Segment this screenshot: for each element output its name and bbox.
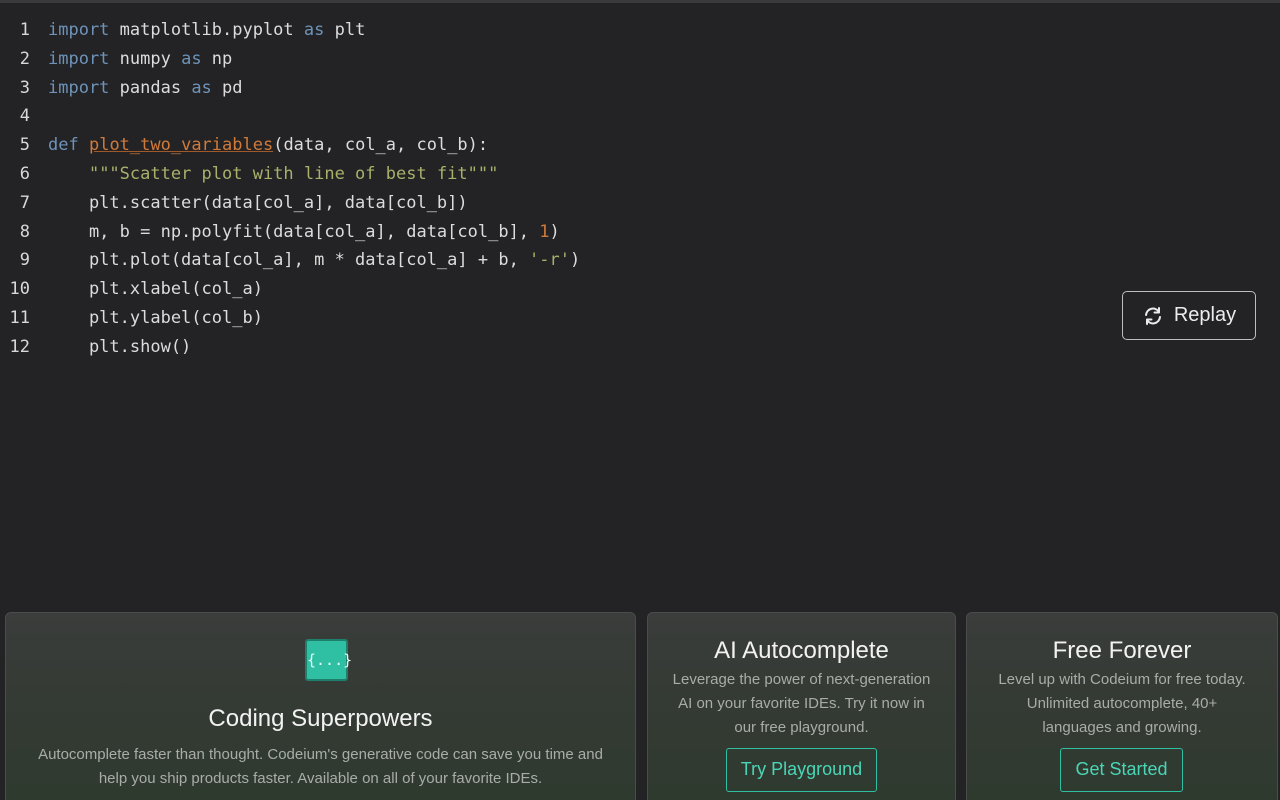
line-number: 7 bbox=[19, 192, 30, 213]
code-line[interactable]: 10 plt.xlabel(col_a) bbox=[0, 275, 1100, 304]
code-token: plt.plot(data[col_a], m * data[col_a] + … bbox=[48, 250, 530, 271]
card-title: Coding Superpowers bbox=[208, 705, 433, 732]
line-number: 5 bbox=[19, 135, 30, 156]
code-text: plt.xlabel(col_a) bbox=[48, 275, 263, 304]
replay-button[interactable]: Replay bbox=[1122, 291, 1256, 340]
code-token: ) bbox=[549, 221, 560, 242]
code-token: plt.xlabel(col_a) bbox=[48, 279, 263, 300]
line-number: 6 bbox=[19, 163, 30, 184]
code-line[interactable]: 1 import matplotlib.pyplot as plt bbox=[0, 16, 1100, 45]
code-token: import bbox=[48, 20, 110, 40]
code-token: plt.scatter(data[col_a], data[col_b]) bbox=[48, 192, 468, 213]
card-desc-line: languages and growing. bbox=[1042, 719, 1202, 736]
code-line[interactable]: 4 bbox=[0, 102, 1100, 131]
code-token: as bbox=[191, 77, 212, 98]
code-token: as bbox=[303, 20, 325, 40]
code-text: plt.show() bbox=[48, 333, 191, 362]
code-text: plt.ylabel(col_b) bbox=[48, 304, 263, 333]
card-desc-line: Autocomplete faster than thought. Codeiu… bbox=[38, 746, 603, 763]
code-text: import matplotlib.pyplot as plt bbox=[48, 16, 365, 45]
code-token: '-r' bbox=[529, 250, 570, 271]
code-token: """Scatter plot with line of best fit""" bbox=[88, 163, 499, 184]
code-editor[interactable]: 1 import matplotlib.pyplot as plt 2 import … bbox=[0, 16, 1100, 362]
line-number: 8 bbox=[19, 221, 30, 242]
code-token: as bbox=[181, 48, 202, 69]
code-token: pd bbox=[211, 77, 243, 98]
code-token: plt.ylabel(col_b) bbox=[48, 307, 263, 328]
code-token: plot_two_variables bbox=[88, 135, 274, 156]
code-text: import pandas as pd bbox=[48, 74, 243, 103]
line-number: 9 bbox=[19, 250, 30, 271]
code-line[interactable]: 8 m, b = np.polyfit(data[col_a], data[co… bbox=[0, 218, 1100, 247]
code-token: matplotlib.pyplot bbox=[109, 20, 304, 40]
card-coding-superpowers: {...} Coding Superpowers Autocomplete fa… bbox=[5, 612, 636, 800]
card-title: AI Autocomplete bbox=[714, 637, 889, 664]
line-number: 11 bbox=[9, 307, 30, 328]
code-line[interactable]: 11 plt.ylabel(col_b) bbox=[0, 304, 1100, 333]
line-number: 3 bbox=[19, 77, 30, 98]
get-started-button[interactable]: Get Started bbox=[1060, 748, 1183, 792]
line-number: 1 bbox=[19, 20, 30, 40]
code-text: def plot_two_variables(data, col_a, col_… bbox=[48, 131, 488, 160]
code-text: m, b = np.polyfit(data[col_a], data[col_… bbox=[48, 218, 560, 247]
code-line[interactable]: 5 def plot_two_variables(data, col_a, col… bbox=[0, 131, 1100, 160]
code-token: m, b = np.polyfit(data[col_a], data[col_… bbox=[48, 221, 540, 242]
card-description: Autocomplete faster than thought. Codeiu… bbox=[24, 743, 617, 791]
code-token: import bbox=[48, 48, 110, 69]
code-line[interactable]: 2 import numpy as np bbox=[0, 45, 1100, 74]
code-token: import bbox=[48, 77, 110, 98]
code-token: np bbox=[201, 48, 233, 69]
code-text: plt.plot(data[col_a], m * data[col_a] + … bbox=[48, 246, 580, 275]
top-border bbox=[0, 0, 1280, 3]
line-number: 2 bbox=[19, 48, 30, 69]
code-token: plt bbox=[324, 20, 366, 40]
code-token: (data, col_a, col_b): bbox=[273, 135, 489, 156]
refresh-icon bbox=[1142, 306, 1164, 326]
card-free-forever: Free Forever Level up with Codeium for f… bbox=[966, 612, 1278, 800]
line-number: 12 bbox=[9, 336, 30, 357]
code-text: """Scatter plot with line of best fit""" bbox=[48, 160, 498, 189]
replay-label: Replay bbox=[1173, 304, 1237, 326]
line-number: 4 bbox=[19, 106, 30, 127]
code-line[interactable]: 12 plt.show() bbox=[0, 333, 1100, 362]
code-token: ) bbox=[570, 250, 581, 271]
code-token: 1 bbox=[539, 221, 550, 242]
code-line[interactable]: 3 import pandas as pd bbox=[0, 74, 1100, 103]
code-token: pandas bbox=[109, 77, 192, 98]
code-line[interactable]: 9 plt.plot(data[col_a], m * data[col_a] … bbox=[0, 246, 1100, 275]
code-braces-icon: {...} bbox=[305, 639, 352, 681]
card-desc-line: help you ship products faster. Available… bbox=[98, 770, 543, 787]
code-token: numpy bbox=[109, 48, 182, 69]
card-ai-autocomplete: AI Autocomplete Leverage the power of ne… bbox=[647, 612, 956, 800]
card-desc-line: our free playground. bbox=[734, 719, 869, 736]
card-desc-line: Unlimited autocomplete, 40+ bbox=[1026, 695, 1218, 712]
card-description: Level up with Codeium for free today. Un… bbox=[985, 668, 1259, 740]
card-desc-line: Leverage the power of next-generation bbox=[672, 671, 931, 688]
code-line[interactable]: 6 """Scatter plot with line of best fit"… bbox=[0, 160, 1100, 189]
code-text: import numpy as np bbox=[48, 45, 232, 74]
try-playground-button[interactable]: Try Playground bbox=[726, 748, 877, 792]
code-text: plt.scatter(data[col_a], data[col_b]) bbox=[48, 189, 468, 218]
code-token: plt.show() bbox=[48, 336, 192, 357]
card-title: Free Forever bbox=[1052, 637, 1192, 664]
card-desc-line: AI on your favorite IDEs. Try it now in bbox=[678, 695, 925, 712]
line-number: 10 bbox=[9, 279, 30, 300]
card-description: Leverage the power of next-generation AI… bbox=[664, 668, 939, 740]
code-line[interactable]: 7 plt.scatter(data[col_a], data[col_b]) bbox=[0, 189, 1100, 218]
code-token: def bbox=[48, 135, 79, 156]
card-desc-line: Level up with Codeium for free today. bbox=[998, 671, 1246, 688]
